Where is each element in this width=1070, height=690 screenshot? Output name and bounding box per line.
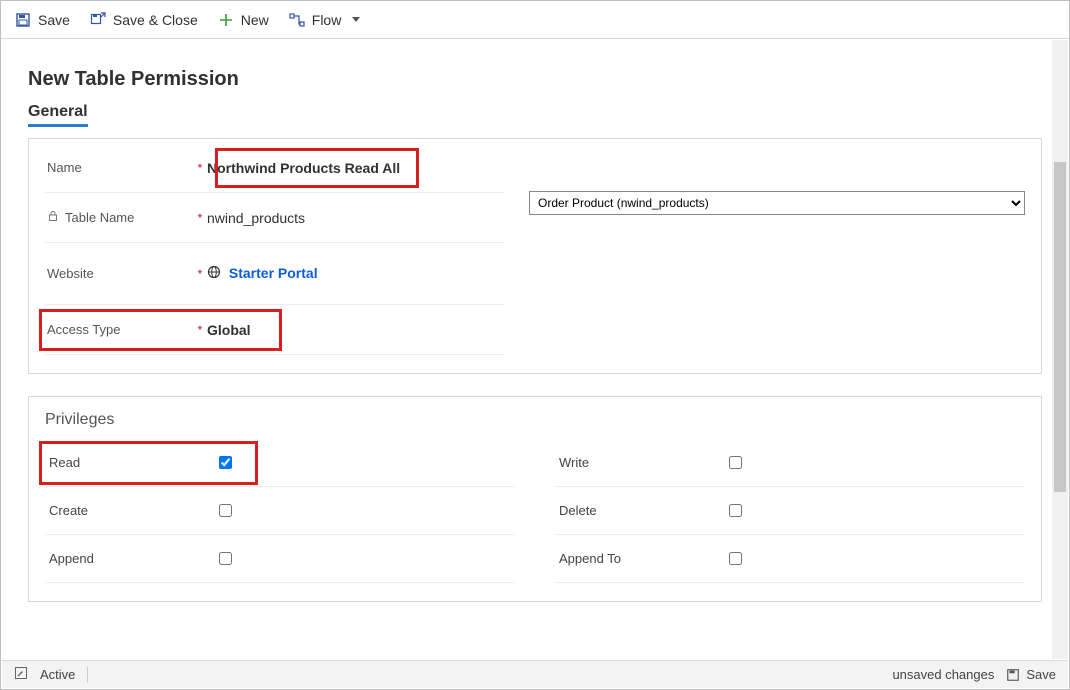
privileges-heading: Privileges [45, 411, 1025, 429]
access-label: Access Type [45, 322, 195, 337]
flow-label: Flow [312, 12, 342, 28]
website-value[interactable]: Starter Portal [205, 265, 505, 283]
read-label: Read [45, 455, 215, 470]
chevron-down-icon [352, 17, 360, 22]
save-button[interactable]: Save [15, 12, 70, 28]
append-label: Append [45, 551, 215, 566]
field-website[interactable]: Website * Starter Portal [45, 243, 505, 305]
append-checkbox[interactable] [219, 552, 232, 565]
status-bar: Active unsaved changes Save [2, 660, 1068, 688]
save-close-label: Save & Close [113, 12, 198, 28]
plus-icon [218, 12, 234, 28]
save-label: Save [38, 12, 70, 28]
status-save-button[interactable]: Save [1006, 667, 1056, 682]
delete-label: Delete [555, 503, 725, 518]
append-to-label: Append To [555, 551, 725, 566]
write-checkbox[interactable] [729, 456, 742, 469]
table-label: Table Name [45, 210, 195, 225]
name-label: Name [45, 160, 195, 175]
privilege-read: Read [45, 439, 515, 487]
privilege-write: Write [555, 439, 1025, 487]
status-unsaved: unsaved changes [892, 667, 994, 682]
vertical-scrollbar[interactable] [1052, 40, 1068, 659]
status-active: Active [40, 667, 75, 682]
field-table-name[interactable]: Table Name * nwind_products [45, 193, 505, 243]
table-lookup-select[interactable]: Order Product (nwind_products) [529, 191, 1025, 215]
delete-checkbox[interactable] [729, 504, 742, 517]
create-checkbox[interactable] [219, 504, 232, 517]
general-panel: Name * Northwind Products Read All [28, 138, 1042, 374]
create-label: Create [45, 503, 215, 518]
page-title: New Table Permission [28, 68, 1042, 91]
new-button[interactable]: New [218, 12, 269, 28]
privilege-append: Append [45, 535, 515, 583]
append-to-checkbox[interactable] [729, 552, 742, 565]
lock-icon [47, 210, 59, 225]
tab-strip: General [28, 103, 1042, 124]
privilege-append-to: Append To [555, 535, 1025, 583]
privilege-create: Create [45, 487, 515, 535]
privileges-panel: Privileges Read Create Appen [28, 396, 1042, 602]
website-link[interactable]: Starter Portal [229, 265, 318, 281]
required-marker: * [195, 161, 205, 175]
field-access-type[interactable]: Access Type * Global [45, 305, 505, 355]
scrollbar-thumb[interactable] [1054, 162, 1066, 492]
website-label: Website [45, 266, 195, 281]
new-label: New [241, 12, 269, 28]
flow-button[interactable]: Flow [289, 12, 361, 28]
access-value[interactable]: Global [205, 322, 505, 338]
read-checkbox[interactable] [219, 456, 232, 469]
form-body: New Table Permission General Name * Nort… [2, 40, 1068, 659]
separator [87, 667, 88, 683]
command-bar: Save Save & Close New Flow [1, 1, 1069, 39]
privilege-delete: Delete [555, 487, 1025, 535]
required-marker: * [195, 211, 205, 225]
edit-icon[interactable] [14, 666, 28, 683]
write-label: Write [555, 455, 725, 470]
tab-general[interactable]: General [28, 103, 88, 124]
save-icon [1006, 668, 1020, 682]
globe-icon [207, 265, 221, 282]
flow-icon [289, 12, 305, 28]
required-marker: * [195, 267, 205, 281]
status-save-label: Save [1026, 667, 1056, 682]
field-name[interactable]: Name * Northwind Products Read All [45, 143, 505, 193]
required-marker: * [195, 323, 205, 337]
table-value: nwind_products [205, 210, 505, 226]
save-icon [15, 12, 31, 28]
save-and-close-button[interactable]: Save & Close [90, 12, 198, 28]
name-value[interactable]: Northwind Products Read All [205, 160, 505, 176]
save-close-icon [90, 12, 106, 28]
